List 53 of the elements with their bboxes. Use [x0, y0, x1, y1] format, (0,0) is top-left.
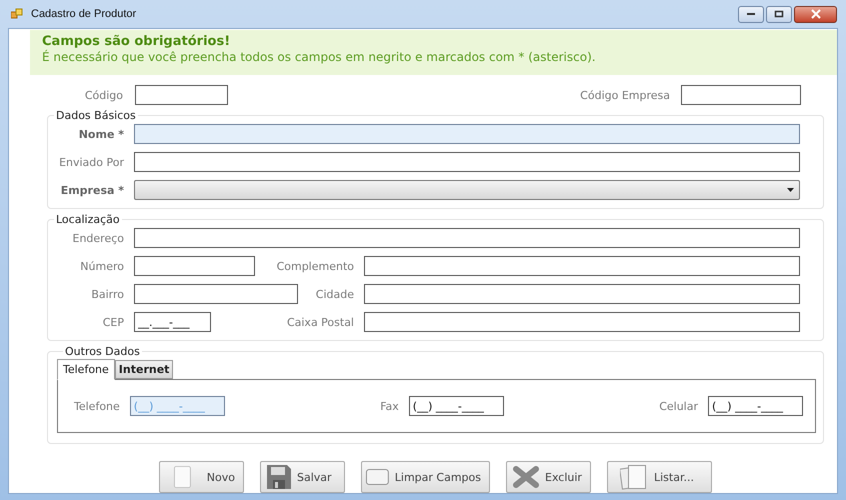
input-field[interactable]: [134, 256, 255, 276]
notice-message: É necessário que você preencha todos os campos em negrito e marcados com * (asterisco).: [42, 50, 597, 64]
input-field[interactable]: [135, 85, 228, 105]
app-icon: [11, 8, 23, 20]
field-label: CEP: [102, 316, 124, 328]
field-label: Fax: [380, 400, 399, 412]
field-label: Código Empresa: [580, 88, 670, 102]
action-button[interactable]: Novo: [159, 461, 244, 493]
group-title: Dados Básicos: [55, 109, 137, 122]
notice-title: Campos são obrigatórios!: [42, 34, 232, 49]
input-field[interactable]: [134, 228, 800, 248]
maximize-button[interactable]: [766, 6, 792, 22]
maximize-icon: [774, 10, 784, 18]
field-label: Celular: [659, 400, 698, 412]
input-field[interactable]: [364, 256, 800, 276]
delete-icon: [513, 465, 539, 489]
close-button[interactable]: [794, 6, 837, 22]
field-label: Nome *: [78, 128, 124, 140]
field-label: Código: [84, 88, 123, 102]
input-field[interactable]: [364, 284, 800, 304]
input-field[interactable]: __.___-___: [134, 312, 211, 332]
minimize-icon: [746, 12, 756, 16]
input-field[interactable]: (__) ____-____: [408, 396, 504, 416]
field-label: Telefone: [74, 400, 120, 412]
tab[interactable]: Telefone: [57, 359, 115, 380]
action-button[interactable]: Excluir: [506, 461, 591, 493]
field-label: Endereço: [72, 232, 124, 244]
field-label: Número: [79, 260, 124, 272]
window-title: Cadastro de Produtor: [31, 8, 136, 20]
action-button[interactable]: Limpar Campos: [361, 461, 490, 493]
action-button[interactable]: Salvar: [260, 461, 345, 493]
action-button[interactable]: Listar...: [607, 461, 712, 493]
close-icon: [810, 9, 822, 19]
input-field[interactable]: [134, 152, 800, 172]
group-title: Outros Dados: [64, 345, 141, 358]
input-field[interactable]: [681, 85, 801, 105]
pages-icon: [620, 464, 648, 490]
caret-icon: [787, 188, 794, 192]
input-field[interactable]: (__) ____-____: [708, 396, 803, 416]
dropdown[interactable]: [134, 180, 800, 200]
field-label: Empresa *: [60, 184, 124, 196]
field-label: Caixa Postal: [286, 316, 354, 328]
tab[interactable]: Internet: [114, 360, 174, 379]
minimize-button[interactable]: [738, 6, 764, 22]
field-label: Complemento: [276, 260, 354, 272]
blank-page-icon: [174, 464, 191, 490]
input-field[interactable]: [134, 284, 298, 304]
field-label: Enviado Por: [58, 156, 124, 168]
field-label: Bairro: [90, 288, 124, 300]
field-label: Cidade: [314, 288, 354, 300]
group-title: Localização: [55, 213, 121, 226]
input-field[interactable]: [364, 312, 800, 332]
input-field[interactable]: [134, 124, 800, 144]
